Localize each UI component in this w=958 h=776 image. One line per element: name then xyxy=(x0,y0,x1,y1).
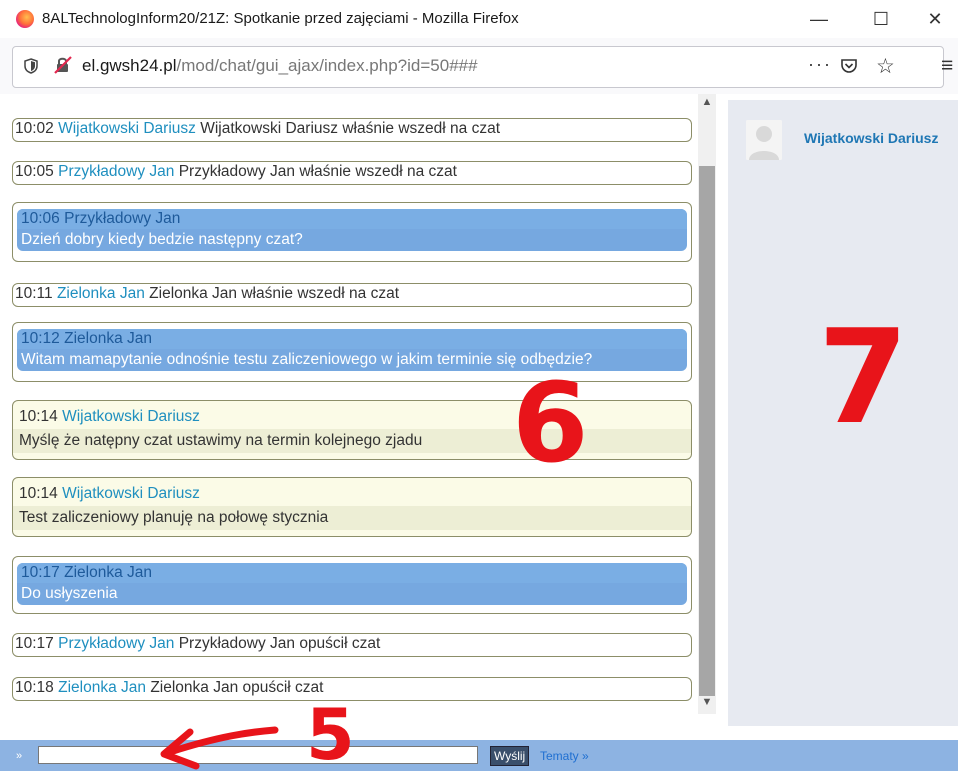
message-time: 10:18 xyxy=(15,679,54,696)
annotation-number-6: 6 xyxy=(512,359,589,487)
message-user-link[interactable]: Wijatkowski Dariusz xyxy=(62,485,200,502)
message-text: Przykładowy Jan opuścił czat xyxy=(178,635,381,652)
chat-message-bubble: 10:06 Przykładowy Jan Dzień dobry kiedy … xyxy=(12,202,692,262)
message-text: Dzień dobry kiedy bedzie następny czat? xyxy=(21,231,303,248)
message-time: 10:05 xyxy=(15,163,54,180)
url-path: /mod/chat/gui_ajax/index.php?id=50### xyxy=(176,56,478,75)
annotation-number-7: 7 xyxy=(818,301,909,453)
chat-message-system: 10:05 Przykładowy Jan Przykładowy Jan wł… xyxy=(12,161,692,185)
insecure-lock-icon[interactable] xyxy=(54,56,72,74)
chat-message-system: 10:11 Zielonka Jan Zielonka Jan właśnie … xyxy=(12,283,692,307)
maximize-button[interactable]: ☐ xyxy=(858,4,904,34)
chat-message-bubble: 10:17 Zielonka Jan Do usłyszenia xyxy=(12,556,692,614)
shield-icon[interactable] xyxy=(24,58,38,74)
message-user-link[interactable]: Przykładowy Jan xyxy=(64,210,180,227)
annotation-arrow-icon xyxy=(160,726,279,770)
message-user-link[interactable]: Przykładowy Jan xyxy=(58,163,174,180)
close-button[interactable]: ✕ xyxy=(912,4,958,34)
message-user-link[interactable]: Wijatkowski Dariusz xyxy=(62,408,200,425)
message-text: Zielonka Jan właśnie wszedł na czat xyxy=(149,285,400,302)
chat-message-system: 10:02 Wijatkowski Dariusz Wijatkowski Da… xyxy=(12,118,692,142)
message-user-link[interactable]: Przykładowy Jan xyxy=(58,635,174,652)
panel-splitter[interactable] xyxy=(716,94,728,726)
default-avatar-icon xyxy=(746,120,782,160)
message-bubble: 10:06 Przykładowy Jan Dzień dobry kiedy … xyxy=(17,209,687,251)
user-list-item-name[interactable]: Wijatkowski Dariusz xyxy=(804,130,938,146)
message-text: Myślę że natępny czat ustawimy na termin… xyxy=(13,429,691,453)
page-actions-icon[interactable]: ··· xyxy=(808,54,832,75)
input-prompt: » xyxy=(16,750,23,762)
message-user-link[interactable]: Zielonka Jan xyxy=(57,285,145,302)
message-time: 10:06 xyxy=(21,210,60,227)
chat-message-bubble-own: 10:14 Wijatkowski Dariusz Myślę że natęp… xyxy=(12,400,692,460)
message-time: 10:17 xyxy=(15,635,54,652)
message-user-link[interactable]: Wijatkowski Dariusz xyxy=(58,120,196,137)
message-time: 10:02 xyxy=(15,120,54,137)
chat-message-bubble-own: 10:14 Wijatkowski Dariusz Test zaliczeni… xyxy=(12,477,692,537)
hamburger-menu-icon[interactable]: ≡ xyxy=(941,54,953,78)
url-domain: el.gwsh24.pl xyxy=(82,56,177,75)
message-user-link[interactable]: Zielonka Jan xyxy=(58,679,146,696)
chat-message-system: 10:17 Przykładowy Jan Przykładowy Jan op… xyxy=(12,633,692,657)
message-time: 10:17 xyxy=(21,564,60,581)
message-time: 10:14 xyxy=(19,485,58,502)
message-time: 10:11 xyxy=(15,285,53,302)
scroll-down-arrow-icon[interactable]: ▼ xyxy=(698,696,716,714)
scroll-up-arrow-icon[interactable]: ▲ xyxy=(698,96,716,114)
annotation-number-5: 5 xyxy=(306,694,355,776)
message-user-link[interactable]: Zielonka Jan xyxy=(64,564,152,581)
message-time: 10:12 xyxy=(21,330,60,347)
message-text: Do usłyszenia xyxy=(21,585,118,602)
message-bubble: 10:17 Zielonka Jan Do usłyszenia xyxy=(17,563,687,605)
user-avatar xyxy=(746,120,782,160)
bookmark-star-icon[interactable]: ☆ xyxy=(876,54,895,79)
firefox-logo-icon xyxy=(16,10,34,28)
url-text[interactable]: el.gwsh24.pl/mod/chat/gui_ajax/index.php… xyxy=(82,56,478,76)
message-user-link[interactable]: Zielonka Jan xyxy=(64,330,152,347)
send-button[interactable]: Wyślij xyxy=(490,746,530,766)
message-text: Zielonka Jan opuścił czat xyxy=(150,679,324,696)
minimize-button[interactable]: — xyxy=(796,4,842,34)
message-text: Test zaliczeniowy planuję na połowę styc… xyxy=(13,506,691,530)
pocket-icon[interactable] xyxy=(840,58,858,74)
topics-link[interactable]: Tematy » xyxy=(540,749,589,763)
message-text: Wijatkowski Dariusz właśnie wszedł na cz… xyxy=(200,120,500,137)
scrollbar-thumb[interactable] xyxy=(699,166,715,696)
window-title: 8ALTechnologInform20/21Z: Spotkanie prze… xyxy=(42,10,519,27)
chat-message-bubble: 10:12 Zielonka Jan Witam mamapytanie odn… xyxy=(12,322,692,382)
message-text: Przykładowy Jan właśnie wszedł na czat xyxy=(178,163,457,180)
message-time: 10:14 xyxy=(19,408,58,425)
